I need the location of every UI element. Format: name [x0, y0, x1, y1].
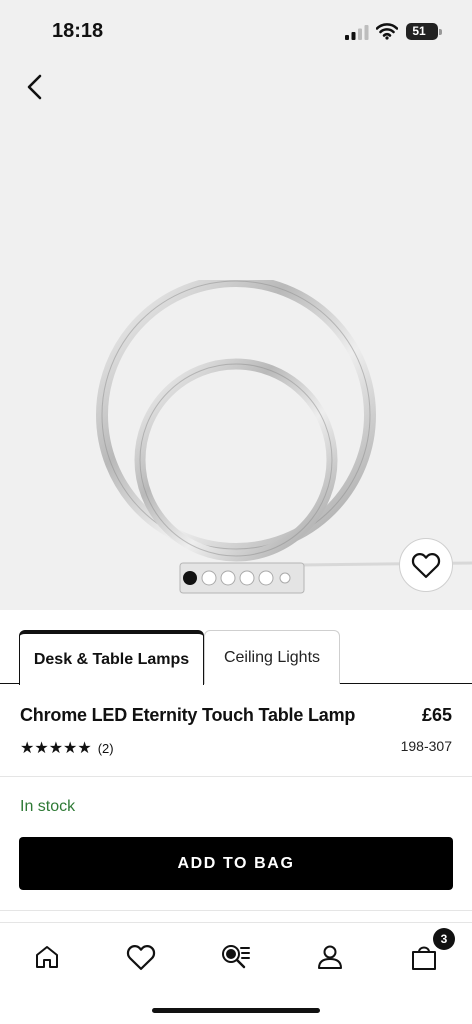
battery-icon: 51: [406, 23, 438, 40]
tab-ceiling-lights[interactable]: Ceiling Lights: [204, 630, 340, 684]
bag-count-badge: 3: [433, 928, 455, 950]
tab-desk-table-lamps[interactable]: Desk & Table Lamps: [19, 630, 204, 685]
heart-icon: [126, 944, 156, 970]
product-title: Chrome LED Eternity Touch Table Lamp: [20, 705, 356, 725]
status-time: 18:18: [52, 20, 104, 42]
home-icon: [36, 946, 58, 968]
product-image-area[interactable]: [0, 0, 472, 610]
nav-account[interactable]: [310, 939, 350, 975]
search-list-icon: [222, 945, 250, 969]
stock-status: In stock: [20, 798, 76, 815]
favourite-button[interactable]: [399, 538, 453, 592]
category-tabs: Desk & Table Lamps Ceiling Lights: [0, 630, 472, 685]
heart-icon: [411, 552, 441, 578]
wifi-icon: [376, 23, 398, 40]
product-code: 198-307: [400, 738, 452, 754]
review-count: (2): [97, 740, 114, 756]
nav-favourites[interactable]: [121, 939, 161, 975]
bag-icon: [412, 946, 436, 970]
nav-home[interactable]: [27, 939, 67, 975]
add-to-bag-button[interactable]: ADD TO BAG: [19, 837, 453, 890]
star-rating-icon: ★★★★★: [20, 740, 92, 757]
signal-icon: [345, 25, 369, 40]
product-rating[interactable]: ★★★★★ (2): [20, 738, 114, 758]
divider: [0, 910, 472, 911]
back-button[interactable]: [18, 70, 52, 104]
account-icon: [318, 945, 342, 969]
chevron-left-icon: [27, 74, 42, 100]
product-price: £65: [421, 705, 452, 725]
status-bar: 18:18 51: [0, 0, 472, 62]
home-indicator[interactable]: [152, 1008, 320, 1013]
battery-level: 51: [412, 24, 426, 38]
battery-nub: [439, 29, 442, 35]
divider: [0, 776, 472, 777]
nav-search[interactable]: [215, 939, 255, 975]
